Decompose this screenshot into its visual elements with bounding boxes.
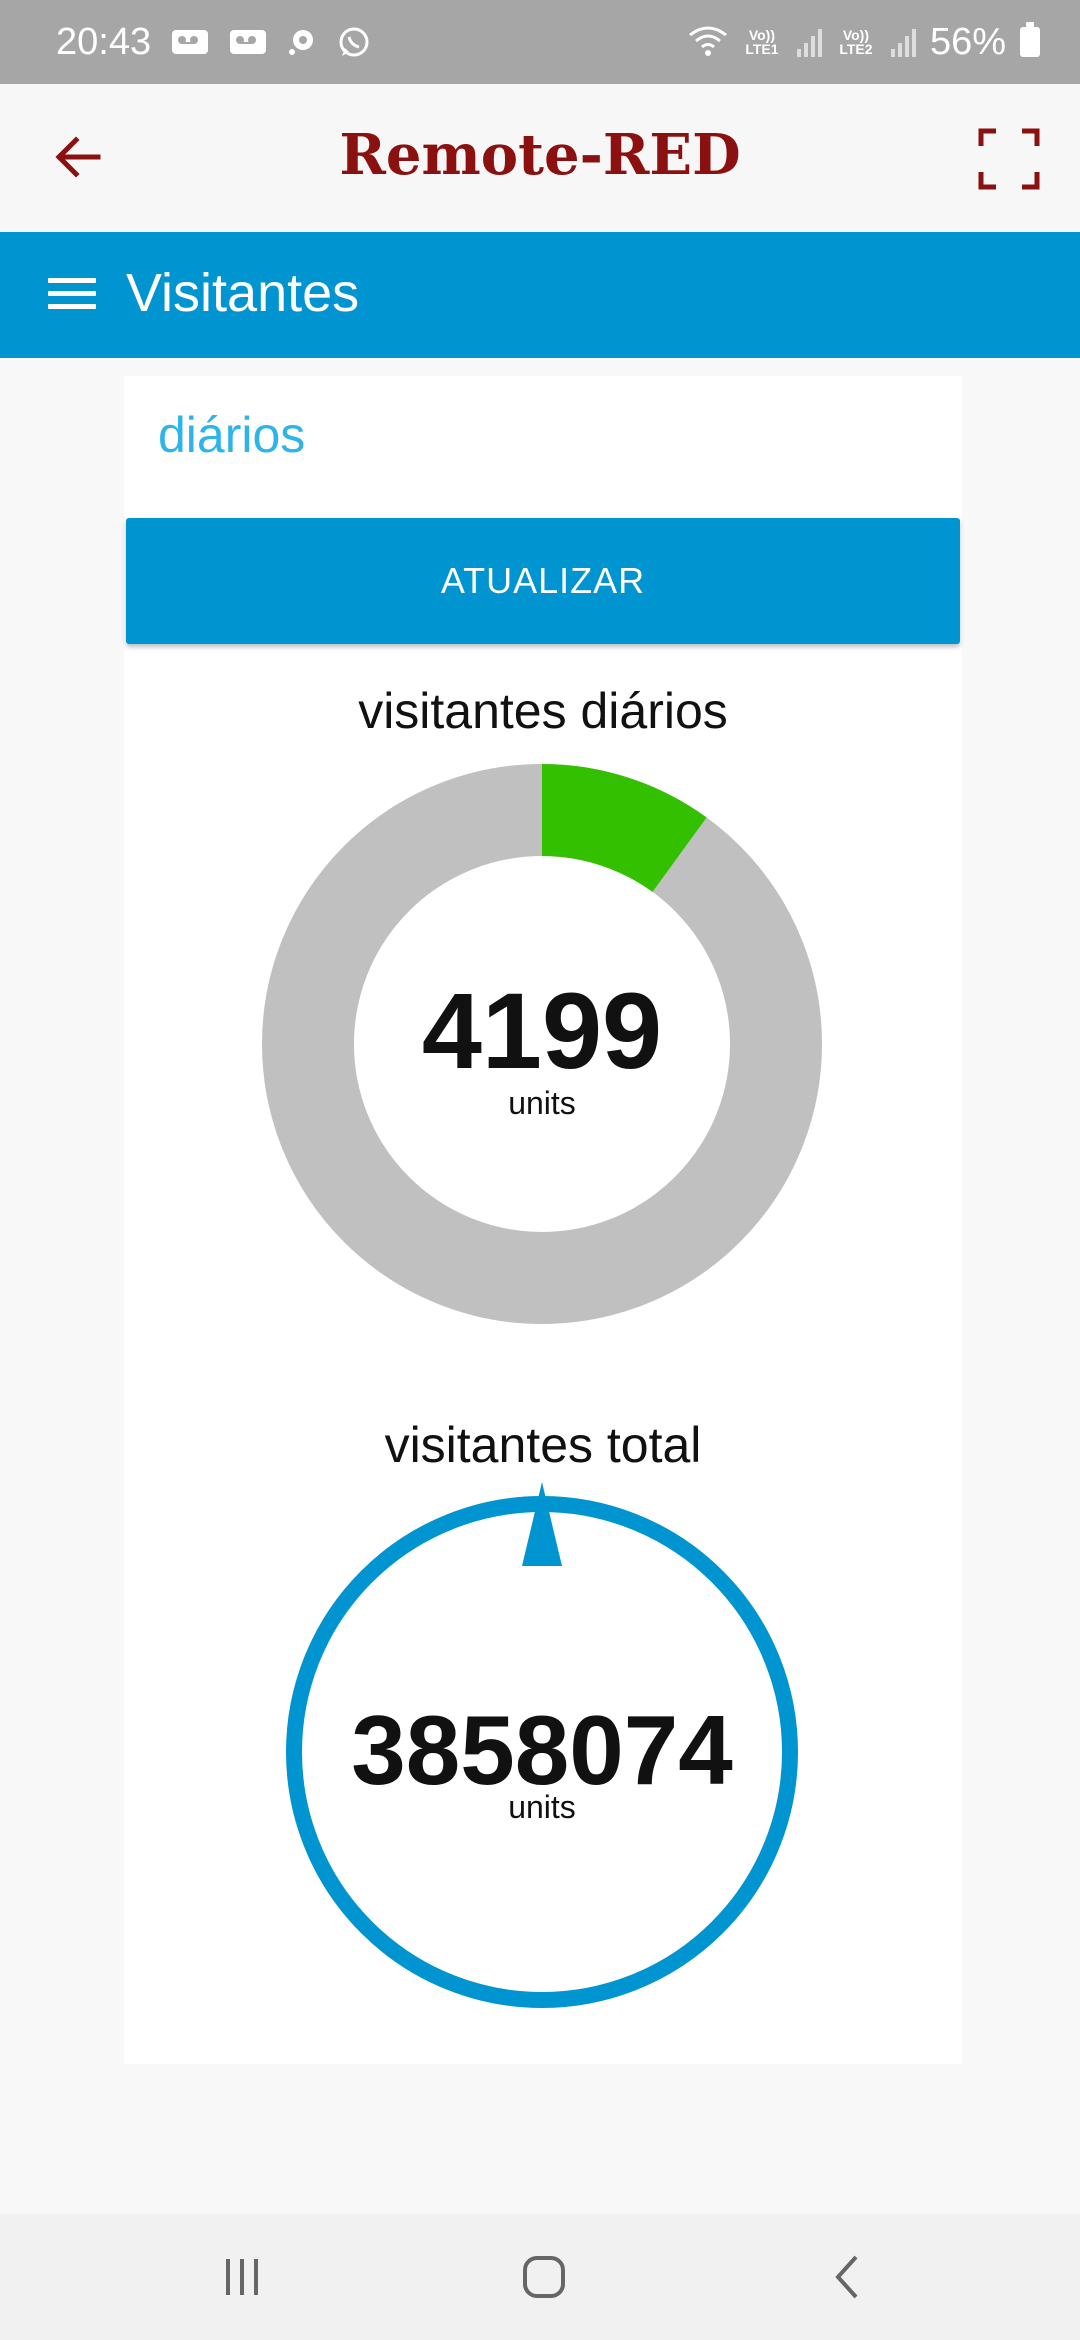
dashboard-card: diários ATUALIZAR visitantes diários 419… — [124, 376, 962, 2064]
daily-visitors-units: units — [508, 1085, 576, 1121]
home-icon — [523, 2256, 565, 2298]
wifi-icon — [688, 25, 728, 59]
fullscreen-icon — [978, 128, 1040, 190]
toolbar-title: Visitantes — [126, 263, 360, 323]
battery-icon — [1020, 22, 1040, 57]
whatsapp-icon — [337, 25, 371, 59]
nav-back-button[interactable] — [748, 2214, 948, 2340]
gauge-title-total: visitantes total — [384, 1417, 702, 1473]
group-title: diários — [158, 407, 306, 463]
sim2-label: Vo)) LTE2 — [839, 27, 873, 57]
voicemail-2-icon — [229, 27, 267, 57]
voicemail-1-icon — [171, 27, 209, 57]
app-header: Remote-RED — [0, 84, 1080, 232]
gauge-title-daily: visitantes diários — [358, 683, 728, 739]
home-button[interactable] — [444, 2214, 644, 2340]
donut-fill — [540, 764, 707, 893]
location-icon — [287, 27, 317, 57]
toolbar: Visitantes — [0, 232, 1080, 358]
menu-button[interactable] — [48, 278, 98, 318]
status-time: 20:43 — [56, 20, 152, 63]
battery-percent: 56% — [929, 20, 1006, 63]
daily-visitors-gauge: 4199 units — [262, 764, 822, 1324]
signal-1-icon — [796, 27, 822, 57]
refresh-button[interactable]: ATUALIZAR — [126, 518, 960, 644]
recents-button[interactable] — [142, 2214, 342, 2340]
daily-visitors-value: 4199 — [422, 970, 662, 1091]
recents-icon — [226, 2259, 258, 2295]
total-visitors-units: units — [508, 1789, 576, 1825]
back-icon — [835, 2255, 858, 2299]
menu-icon — [48, 278, 96, 283]
total-visitors-gauge: 3858074 units — [286, 1482, 798, 2008]
system-nav-bar — [0, 2214, 1080, 2340]
signal-2-icon — [890, 27, 916, 57]
fullscreen-button[interactable] — [974, 124, 1044, 194]
app-title: Remote-RED — [339, 122, 741, 188]
compass-needle — [522, 1482, 562, 1566]
status-bar: 20:43 Vo)) LTE1 Vo)) LTE2 56% — [0, 0, 1080, 84]
sim1-label: Vo)) LTE1 — [745, 27, 779, 57]
